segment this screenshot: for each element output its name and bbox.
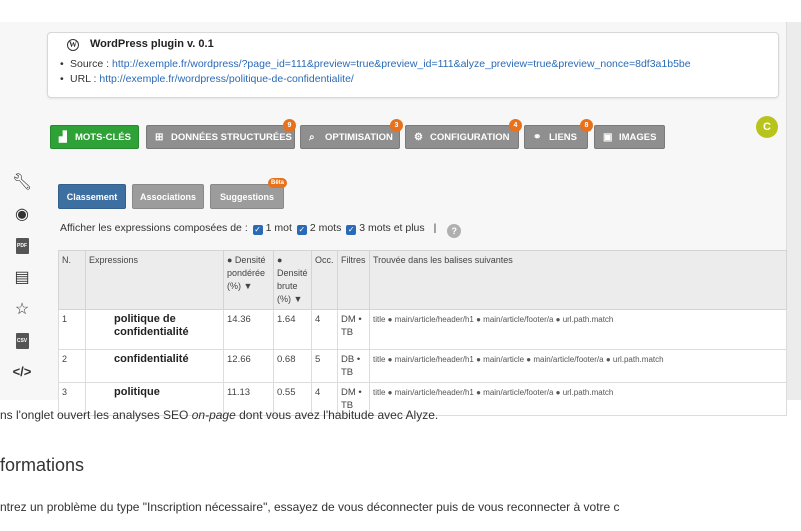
wrench-icon[interactable]: 🔧︎ bbox=[10, 172, 34, 194]
star-icon[interactable]: ☆ bbox=[10, 299, 34, 321]
beta-badge: Bêta bbox=[267, 178, 287, 188]
filter-label: Afficher les expressions composées de : bbox=[60, 222, 248, 234]
table-row: 1 politique de confidentialité 14.36 1.6… bbox=[58, 309, 787, 350]
source-line: • Source : http://exemple.fr/wordpress/?p… bbox=[60, 58, 691, 70]
bar-chart-icon: ▟ bbox=[59, 132, 67, 143]
csv-icon[interactable]: CSV bbox=[10, 330, 34, 352]
plugin-title: WordPress plugin v. 0.1 bbox=[90, 38, 214, 50]
tab-badge: 9 bbox=[283, 119, 296, 132]
cell-n: 1 bbox=[58, 309, 86, 350]
panel-scrollbar[interactable] bbox=[786, 22, 801, 400]
cell-densite-ponderee: 12.66 bbox=[223, 349, 274, 383]
tab-badge: 4 bbox=[509, 119, 522, 132]
cell-occ: 4 bbox=[311, 309, 338, 350]
tab-mots-cles[interactable]: ▟ MOTS-CLÉS bbox=[50, 125, 139, 149]
col-header-balises: Trouvée dans les balises suivantes bbox=[369, 250, 787, 310]
cell-expression[interactable]: politique de confidentialité bbox=[85, 309, 224, 350]
cell-filtres: DM • TB bbox=[337, 309, 370, 350]
tab-configuration[interactable]: ⚙ CONFIGURATION 4 bbox=[405, 119, 522, 149]
url-line: • URL : http://exemple.fr/wordpress/polit… bbox=[60, 73, 354, 85]
cell-balises: title ● main/article/header/h1 ● main/ar… bbox=[369, 309, 787, 350]
csv-label: CSV bbox=[15, 332, 29, 349]
section-heading: formations bbox=[0, 455, 85, 475]
help-icon[interactable]: ? bbox=[447, 224, 462, 238]
info-paragraph: ntrez un problème du type "Inscription n… bbox=[0, 500, 620, 514]
filter-option-label: 1 mot bbox=[265, 222, 292, 234]
subtab-classement[interactable]: Classement bbox=[58, 184, 126, 209]
url-label: URL : bbox=[70, 73, 97, 85]
subtab-suggestions-label: Suggestions bbox=[219, 192, 274, 202]
intro-paragraph: ns l'onglet ouvert les analyses SEO on-p… bbox=[0, 408, 438, 422]
tab-label: LIENS bbox=[549, 132, 577, 143]
plugin-info-box: W WordPress plugin v. 0.1 • Source : http… bbox=[47, 32, 779, 98]
tab-donnees-structurees[interactable]: ⊞ DONNÉES STRUCTURÉES 9 bbox=[146, 119, 296, 149]
col-header-densite-brute[interactable]: ● Densité brute (%) ▼ bbox=[273, 250, 312, 310]
cell-densite-brute: 1.64 bbox=[273, 309, 312, 350]
cell-occ: 5 bbox=[311, 349, 338, 383]
cell-densite-ponderee: 14.36 bbox=[223, 309, 274, 350]
eye-icon[interactable]: ◉ bbox=[10, 204, 34, 226]
save-icon[interactable]: ▤ bbox=[10, 267, 34, 289]
cell-expression[interactable]: confidentialité bbox=[85, 349, 224, 383]
tab-badge: 3 bbox=[390, 119, 403, 132]
sitemap-icon: ⊞ bbox=[155, 132, 164, 143]
col-header-n[interactable]: N. bbox=[58, 250, 86, 310]
checkbox-2-mots[interactable]: ✓ bbox=[296, 225, 307, 235]
expression-filter: Afficher les expressions composées de : … bbox=[60, 222, 462, 238]
keywords-table: N. Expressions ● Densité pondérée (%) ▼ … bbox=[58, 250, 787, 416]
tab-optimisation[interactable]: ⌕ OPTIMISATION 3 bbox=[300, 119, 403, 149]
checkbox-3-mots-plus[interactable]: ✓ bbox=[346, 225, 357, 235]
intro-text: ns l'onglet ouvert les analyses SEO bbox=[0, 408, 192, 422]
intro-emphasis: on-page bbox=[191, 408, 236, 422]
image-icon: ▣ bbox=[603, 132, 613, 143]
checkbox-1-mot[interactable]: ✓ bbox=[252, 225, 263, 235]
filter-option-label: 3 mots et plus bbox=[359, 222, 425, 234]
filter-separator: | bbox=[433, 222, 437, 234]
table-header-row: N. Expressions ● Densité pondérée (%) ▼ … bbox=[58, 250, 787, 310]
avatar[interactable]: C bbox=[756, 116, 778, 138]
source-link[interactable]: http://exemple.fr/wordpress/?page_id=111… bbox=[112, 58, 691, 70]
tab-badge: 8 bbox=[580, 119, 593, 132]
tab-liens[interactable]: ⚭ LIENS 8 bbox=[524, 119, 593, 149]
code-icon[interactable]: </> bbox=[10, 361, 34, 383]
col-header-filtres[interactable]: Filtres bbox=[337, 250, 370, 310]
tab-images[interactable]: ▣ IMAGES bbox=[594, 125, 665, 149]
filter-option-label: 2 mots bbox=[309, 222, 342, 234]
tab-label: IMAGES bbox=[619, 132, 657, 143]
cell-densite-brute: 0.68 bbox=[273, 349, 312, 383]
tab-label: OPTIMISATION bbox=[325, 132, 393, 143]
col-header-densite-ponderee[interactable]: ● Densité pondérée (%) ▼ bbox=[223, 250, 274, 310]
col-header-occ[interactable]: Occ. bbox=[311, 250, 338, 310]
link-icon: ⚭ bbox=[533, 132, 542, 143]
tab-label: DONNÉES STRUCTURÉES bbox=[171, 132, 292, 143]
cell-n: 2 bbox=[58, 349, 86, 383]
wordpress-icon: W bbox=[67, 39, 79, 51]
source-label: Source : bbox=[70, 58, 110, 70]
pdf-label: PDF bbox=[15, 237, 29, 254]
col-header-expressions[interactable]: Expressions bbox=[85, 250, 224, 310]
cell-balises: title ● main/article/header/h1 ● main/ar… bbox=[369, 349, 787, 383]
table-row: 2 confidentialité 12.66 0.68 5 DB • TB t… bbox=[58, 349, 787, 383]
gear-icon: ⚙ bbox=[414, 132, 423, 143]
search-icon: ⌕ bbox=[309, 132, 315, 143]
cell-filtres: DB • TB bbox=[337, 349, 370, 383]
subtab-suggestions[interactable]: Suggestions Bêta bbox=[210, 178, 287, 209]
pdf-icon[interactable]: PDF bbox=[10, 235, 34, 257]
url-link[interactable]: http://exemple.fr/wordpress/politique-de… bbox=[99, 73, 353, 85]
tab-label: MOTS-CLÉS bbox=[75, 132, 131, 143]
subtab-associations[interactable]: Associations bbox=[132, 184, 204, 209]
tab-label: CONFIGURATION bbox=[430, 132, 510, 143]
intro-text-end: dont vous avez l'habitude avec Alyze. bbox=[235, 408, 439, 422]
